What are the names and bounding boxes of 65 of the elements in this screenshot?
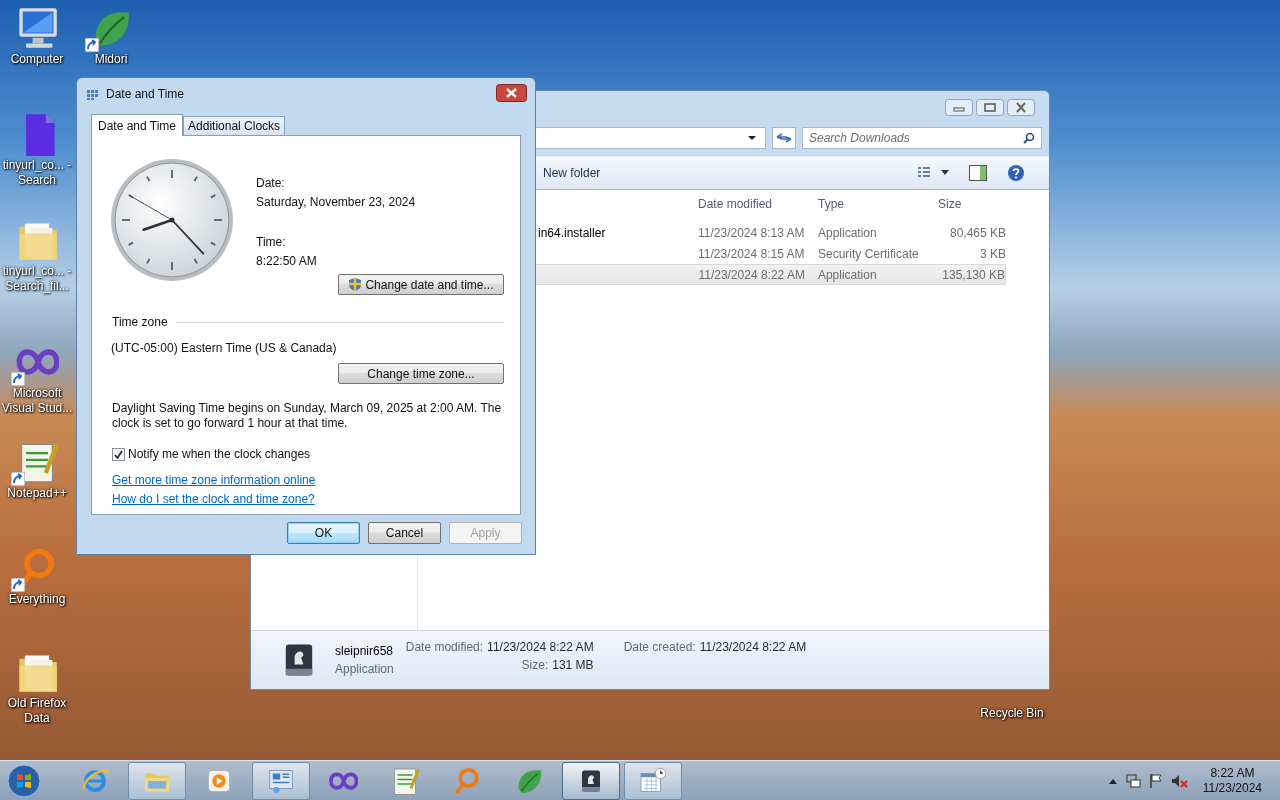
desktop-icon-label[interactable]: Computer [9, 52, 65, 67]
time-value: 8:22:50 AM [256, 254, 318, 268]
size-cell-text: 80,465 KB [948, 225, 1006, 240]
dialog-button[interactable]: Cancel [368, 522, 441, 544]
column-header[interactable]: Date modified [658, 197, 818, 211]
desktop-icon-label[interactable]: Old Firefox Data [0, 696, 74, 726]
column-header[interactable]: Type [818, 197, 938, 211]
change-time-zone-button[interactable]: Change time zone... [338, 363, 504, 384]
type-cell-text: Application [817, 267, 878, 282]
desktop-icon-label[interactable]: tinyurl_co... - Search [0, 158, 74, 188]
start-button[interactable] [6, 762, 42, 799]
property-value: 131 MB [552, 658, 594, 674]
search-field[interactable]: Search Downloads [802, 127, 1042, 149]
help-link[interactable]: Get more time zone information online [112, 473, 316, 487]
desktop-icon-label[interactable]: Midori [93, 52, 129, 67]
property-value: 11/23/2024 8:22 AM [487, 640, 594, 656]
desktop-icon-label[interactable]: Everything [7, 592, 67, 607]
type-cell-text: Security Certificate [818, 246, 920, 261]
close-button[interactable] [1007, 99, 1035, 116]
checkbox[interactable] [112, 447, 125, 461]
section-heading: Time zone [112, 315, 168, 329]
property-label: Size: [521, 658, 549, 674]
change-date-and-time-button[interactable]: Change date and time... [338, 274, 504, 295]
maximize-button[interactable] [976, 99, 1004, 116]
property-label: Date modified: [405, 640, 484, 656]
date-modified-cell-text: 11/23/2024 8:15 AM [697, 246, 806, 261]
close-button[interactable] [496, 83, 527, 102]
file-name: sleipnir658 [335, 644, 394, 658]
desktop-icon-label[interactable]: Recycle Bin [979, 706, 1045, 721]
type-cell-text: Application [818, 225, 878, 240]
taskbar-button[interactable] [562, 761, 620, 800]
property-label: Date created: [623, 640, 696, 656]
property-value: 11/23/2024 8:22 AM [699, 640, 807, 656]
dst-text: Daylight Saving Time begins on Sunday, March 09, 2025 at 2:00 AM. The clock is set to go forward 1 hour at that time. [112, 401, 503, 431]
network-icon[interactable] [1124, 772, 1141, 789]
window-title: Date and Time [106, 86, 186, 101]
search-icon[interactable] [1023, 132, 1035, 144]
time-zone-text: (UTC-05:00) Eastern Time (US & Canada) [111, 341, 338, 355]
tab[interactable]: Date and Time [91, 114, 184, 136]
time-label: Time: [256, 235, 287, 249]
checkbox-label[interactable]: Notify me when the clock changes [128, 447, 311, 461]
show-hidden-icons-button[interactable] [1108, 777, 1117, 784]
size-cell-text: 3 KB [979, 246, 1006, 261]
new-folder-button[interactable]: New folder [539, 164, 605, 182]
column-header[interactable]: Size [938, 197, 1006, 211]
flag-icon[interactable] [1148, 772, 1163, 789]
help-link[interactable]: How do I set the clock and time zone? [112, 492, 315, 506]
desktop-icon-label[interactable]: Notepad++ [6, 486, 68, 501]
date-value: Saturday, November 23, 2024 [256, 195, 416, 209]
refresh-icon[interactable] [772, 127, 796, 149]
dropdown-caret-icon[interactable] [747, 135, 757, 141]
file-name: in64.installer [538, 225, 606, 240]
date-modified-cell-text: 11/23/2024 8:13 AM [697, 225, 806, 240]
magnifier-icon [452, 765, 482, 796]
tab[interactable]: Additional Clocks [183, 116, 286, 135]
dialog-button[interactable]: OK [287, 522, 360, 544]
clock-button[interactable]: 8:22 AM 11/23/2024 [1196, 765, 1262, 796]
file-type: Application [335, 662, 394, 676]
preview-pane-icon[interactable] [969, 165, 987, 181]
date-label: Date: [256, 176, 286, 190]
shield-icon [348, 277, 363, 292]
date-modified-cell-text: 11/23/2024 8:22 AM [697, 267, 806, 282]
help-icon[interactable] [1007, 164, 1025, 182]
view-list-icon[interactable] [917, 166, 949, 180]
size-cell-text: 135,130 KB [941, 267, 1005, 282]
